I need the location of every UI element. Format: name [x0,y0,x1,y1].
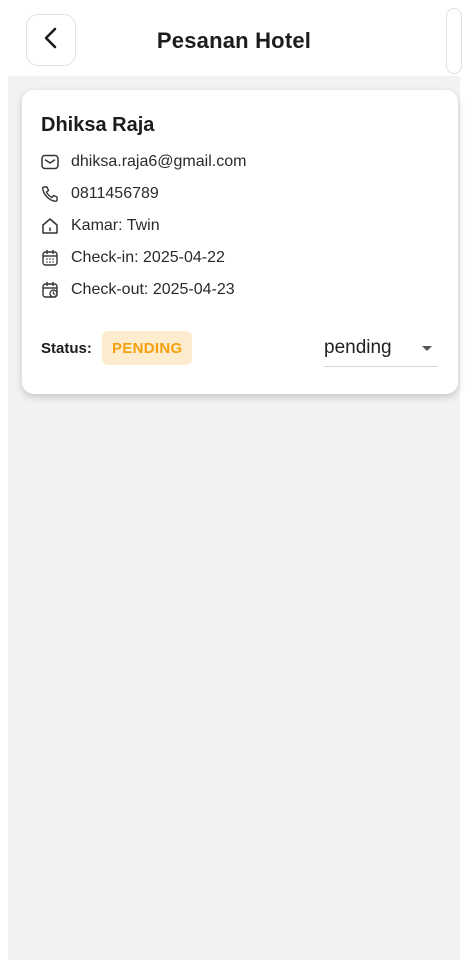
order-card: Dhiksa Raja dhiksa.raja6@gmail.com 08114… [22,90,458,394]
guest-name: Dhiksa Raja [41,114,155,136]
dropdown-arrow-icon [422,345,432,351]
status-dropdown-value: pending [324,337,392,358]
room-row: Kamar: Twin [40,215,160,237]
status-badge-text: PENDING [112,339,183,357]
status-dropdown[interactable]: pending [324,330,438,367]
check-out-text: Check-out: 2025-04-23 [71,281,235,298]
phone-icon [40,184,60,204]
phone-text: 0811456789 [71,185,159,202]
calendar-clock-icon [40,280,60,300]
email-text: dhiksa.raja6@gmail.com [71,153,247,170]
calendar-icon [40,248,60,268]
check-in-text: Check-in: 2025-04-22 [71,249,225,266]
check-in-row: Check-in: 2025-04-22 [40,247,225,269]
check-out-row: Check-out: 2025-04-23 [40,279,235,301]
phone-row: 0811456789 [40,183,159,205]
email-row: dhiksa.raja6@gmail.com [40,151,246,173]
status-label: Status: [41,340,92,357]
mail-icon [40,152,60,172]
app-bar: Pesanan Hotel [0,0,468,76]
room-text: Kamar: Twin [71,217,160,234]
home-icon [40,216,60,236]
status-badge: PENDING [102,331,193,365]
page-title: Pesanan Hotel [156,28,312,53]
partial-action-button[interactable] [446,8,462,74]
